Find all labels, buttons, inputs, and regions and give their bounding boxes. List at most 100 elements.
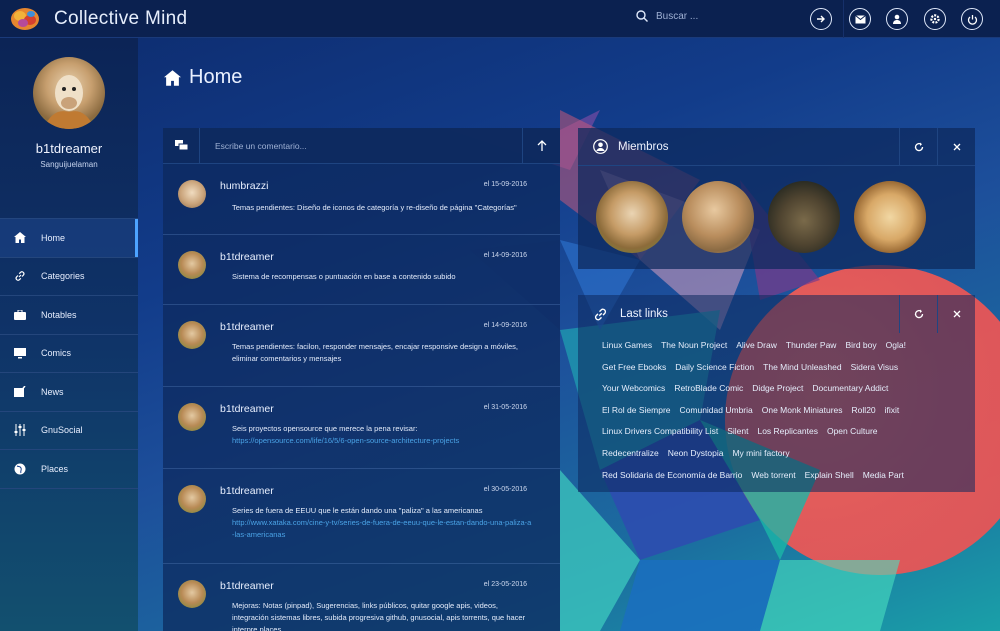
member-avatar[interactable] [596, 181, 668, 253]
sidebar-item-home[interactable]: Home [0, 219, 138, 258]
comment-composer [163, 128, 560, 164]
last-links-panel: Last links Linux Games The Noun Project Al… [578, 295, 975, 492]
post-avatar[interactable] [178, 403, 206, 431]
member-avatar[interactable] [768, 181, 840, 253]
link-item[interactable]: Didge Project [752, 378, 803, 400]
link-item[interactable]: Alive Draw [736, 335, 777, 357]
link-item[interactable]: Your Webcomics [602, 378, 665, 400]
post-author[interactable]: humbrazzi [220, 180, 268, 192]
page-title: Home [164, 66, 242, 89]
post-author[interactable]: b1tdreamer [220, 321, 274, 333]
post-author[interactable]: b1tdreamer [220, 251, 274, 263]
refresh-icon[interactable] [899, 295, 937, 333]
link-item[interactable]: Get Free Ebooks [602, 357, 666, 379]
members-list [578, 166, 975, 253]
power-icon[interactable] [961, 8, 983, 30]
link-item[interactable]: Comunidad Umbria [680, 400, 753, 422]
link-item[interactable]: Red Solidaria de Economía de Barrio [602, 465, 742, 487]
top-bar: Collective Mind [0, 0, 1000, 38]
link-item[interactable]: Daily Science Fiction [675, 357, 754, 379]
post-link[interactable]: http://www.xataka.com/cine-y-tv/series-d… [232, 517, 532, 541]
close-icon[interactable] [937, 295, 975, 333]
sidebar-item-label: GnuSocial [41, 425, 83, 436]
refresh-icon[interactable] [899, 128, 937, 166]
link-item[interactable]: Redecentralize [602, 443, 659, 465]
post-date: el 31-05-2016 [483, 404, 527, 411]
sidebar-item-gnusocial[interactable]: GnuSocial [0, 412, 138, 450]
post-author[interactable]: b1tdreamer [220, 485, 274, 497]
send-arrow-up-icon[interactable] [522, 128, 560, 164]
link-item[interactable]: RetroBlade Comic [674, 378, 743, 400]
post-avatar[interactable] [178, 180, 206, 208]
sidebar-item-notables[interactable]: Notables [0, 296, 138, 335]
user-circle-icon [592, 139, 608, 155]
link-item[interactable]: Linux Games [602, 335, 652, 357]
user-subtitle: Sanguijuelaman [40, 160, 98, 169]
link-item[interactable]: Ogla! [886, 335, 906, 357]
sidebar-item-comics[interactable]: Comics [0, 335, 138, 373]
link-item[interactable]: Silent [727, 421, 748, 443]
link-item[interactable]: Open Culture [827, 421, 878, 443]
news-icon [13, 385, 27, 399]
chat-icon[interactable] [163, 128, 200, 164]
comment-input[interactable] [200, 140, 522, 151]
arrow-right-circle-icon[interactable] [810, 8, 832, 30]
home-icon [13, 231, 27, 245]
link-item[interactable]: Explain Shell [805, 465, 854, 487]
timeline-panel: humbrazzi el 15-09-2016 Temas pendientes… [163, 128, 560, 631]
post-date: el 15-09-2016 [483, 181, 527, 188]
post-avatar[interactable] [178, 485, 206, 513]
link-item[interactable]: My mini factory [732, 443, 789, 465]
timeline-post: b1tdreamer el 30-05-2016 Series de fuera… [163, 469, 560, 564]
app-title[interactable]: Collective Mind [54, 8, 187, 30]
sidebar-item-categories[interactable]: Categories [0, 258, 138, 296]
gear-icon[interactable] [924, 8, 946, 30]
topbar-divider [843, 0, 844, 38]
post-avatar[interactable] [178, 580, 206, 608]
post-author[interactable]: b1tdreamer [220, 403, 274, 415]
user-icon[interactable] [886, 8, 908, 30]
links-cloud: Linux Games The Noun Project Alive Draw Thu… [578, 333, 975, 486]
member-avatar[interactable] [682, 181, 754, 253]
page-title-text: Home [189, 66, 243, 88]
sidebar-item-news[interactable]: News [0, 373, 138, 412]
link-item[interactable]: Los Replicantes [757, 421, 817, 443]
timeline-post: b1tdreamer el 14-09-2016 Sistema de reco… [163, 235, 560, 305]
member-avatar[interactable] [854, 181, 926, 253]
post-author[interactable]: b1tdreamer [220, 580, 274, 592]
links-title: Last links [620, 308, 668, 320]
sidebar-item-places[interactable]: Places [0, 450, 138, 489]
sliders-icon [13, 423, 27, 437]
post-text-wrap: Series de fuera de EEUU que le están dan… [232, 505, 532, 541]
timeline-post: b1tdreamer el 23-05-2016 Mejoras: Notas … [163, 564, 560, 631]
timeline-post: humbrazzi el 15-09-2016 Temas pendientes… [163, 164, 560, 235]
close-icon[interactable] [937, 128, 975, 166]
link-item[interactable]: Bird boy [845, 335, 876, 357]
home-icon [164, 69, 181, 86]
link-item[interactable]: El Rol de Siempre [602, 400, 671, 422]
link-item[interactable]: Documentary Addict [812, 378, 888, 400]
link-item[interactable]: Neon Dystopia [668, 443, 724, 465]
user-name[interactable]: b1tdreamer [0, 141, 138, 156]
link-item[interactable]: Thunder Paw [786, 335, 837, 357]
link-item[interactable]: One Monk Miniatures [762, 400, 843, 422]
link-item[interactable]: Linux Drivers Compatibility List [602, 421, 718, 443]
message-icon[interactable] [849, 8, 871, 30]
avatar[interactable] [33, 57, 105, 129]
post-avatar[interactable] [178, 251, 206, 279]
search-input[interactable] [656, 10, 796, 22]
post-date: el 30-05-2016 [483, 486, 527, 493]
link-item[interactable]: ifixit [885, 400, 900, 422]
search-icon[interactable] [636, 10, 648, 22]
link-item[interactable]: The Mind Unleashed [763, 357, 841, 379]
link-item[interactable]: Web torrent [751, 465, 795, 487]
link-item[interactable]: Roll20 [852, 400, 876, 422]
link-item[interactable]: Sidera Visus [851, 357, 899, 379]
post-avatar[interactable] [178, 321, 206, 349]
brain-logo-icon[interactable] [10, 6, 40, 32]
post-link[interactable]: https://opensource.com/life/16/5/6-open-… [232, 436, 459, 445]
link-icon [592, 306, 608, 322]
link-item[interactable]: The Noun Project [661, 335, 727, 357]
timeline-post: b1tdreamer el 31-05-2016 Seis proyectos … [163, 387, 560, 469]
link-item[interactable]: Media Part [863, 465, 904, 487]
